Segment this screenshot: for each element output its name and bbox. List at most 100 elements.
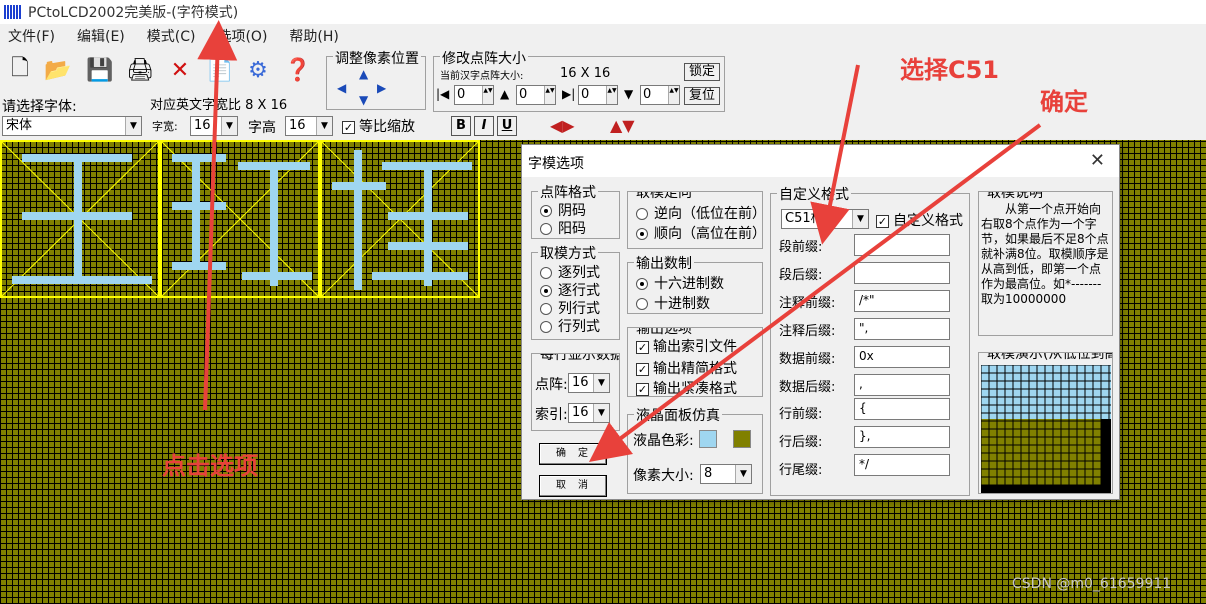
generate-icon[interactable]: 🖨	[122, 50, 158, 90]
radio-mode-column-row[interactable]: 列行式	[540, 298, 600, 318]
checkbox[interactable]: ✓	[636, 382, 649, 396]
open-file-icon[interactable]: 📂	[40, 50, 76, 90]
bottom-margin-spinner[interactable]: 0 ▲▼	[640, 85, 680, 105]
menu-help[interactable]: 帮助(H)	[289, 26, 338, 46]
seg-suffix-input[interactable]	[854, 262, 950, 284]
explain-text: 从第一个点开始向右取8个点作为一个字节，如果最后不足8个点就补满8位。取模顺序是…	[981, 202, 1109, 306]
field-label: 数据前缀:	[779, 352, 836, 367]
menu-options[interactable]: 选项(O)	[217, 26, 267, 46]
menu-file[interactable]: 文件(F)	[8, 26, 55, 46]
radio-hex[interactable]: 十六进制数	[636, 273, 724, 293]
document-icon[interactable]: 📄	[202, 50, 238, 90]
line-end-input[interactable]: */	[854, 454, 950, 476]
radio-forward[interactable]: 顺向（高位在前）	[636, 223, 762, 243]
glyph-3	[321, 141, 479, 297]
line-prefix-input[interactable]: {	[854, 398, 950, 420]
reset-button[interactable]: 复位	[684, 87, 720, 105]
proportional-checkbox[interactable]: ✓ 等比缩放	[342, 116, 415, 136]
data-suffix-input[interactable]: ,	[854, 374, 950, 396]
radix-title: 输出数制	[634, 253, 694, 273]
line-suffix-input[interactable]: },	[854, 426, 950, 448]
font-height-select[interactable]: 16 ▼	[285, 116, 333, 136]
check-index-file[interactable]: ✓ 输出索引文件	[636, 336, 760, 356]
font-prompt: 请选择字体:	[2, 99, 77, 115]
watermark: CSDN @m0_61659911	[1012, 576, 1172, 592]
char-cell	[160, 140, 320, 298]
font-width-select[interactable]: 16 ▼	[190, 116, 238, 136]
field-label: 段后缀:	[779, 268, 823, 283]
ok-button[interactable]: 确定	[539, 443, 607, 465]
lcd-color-bg[interactable]	[733, 430, 751, 448]
char-cell	[0, 140, 160, 298]
field-label: 行前缀:	[779, 407, 823, 422]
demo-grid	[981, 365, 1111, 493]
mode-title: 取模方式	[538, 243, 598, 263]
explain-title: 取模说明	[985, 192, 1045, 202]
left-margin-spinner[interactable]: 0 ▲▼	[454, 85, 494, 105]
flip-vertical-icon[interactable]: ▲▼	[610, 116, 635, 135]
chevron-down-icon: ▼	[221, 117, 237, 135]
move-right-icon[interactable]: ▶	[377, 81, 386, 95]
menu-mode[interactable]: 模式(C)	[147, 26, 196, 46]
dialog-title: 字模选项	[528, 156, 584, 172]
radio-reverse[interactable]: 逆向（低位在前）	[636, 203, 762, 223]
right-margin-spinner[interactable]: 0 ▲▼	[578, 85, 618, 105]
font-select[interactable]: 宋体 ▼	[2, 116, 142, 136]
field-label: 段前缀:	[779, 240, 823, 255]
radio-negative[interactable]: 阴码	[540, 200, 586, 220]
checkbox[interactable]: ✓	[342, 120, 355, 134]
lcd-color-label: 液晶色彩:	[633, 433, 694, 449]
radio-positive[interactable]: 阳码	[540, 218, 586, 238]
chevron-down-icon: ▼	[593, 404, 609, 422]
data-prefix-input[interactable]: 0x	[854, 346, 950, 368]
underline-button[interactable]: U	[497, 116, 517, 136]
top-margin-spinner[interactable]: 0 ▲▼	[516, 85, 556, 105]
field-label: 注释前缀:	[779, 296, 836, 311]
comment-suffix-input[interactable]: ",	[854, 318, 950, 340]
help-icon[interactable]: ❓	[280, 50, 316, 90]
gear-icon[interactable]: ⚙	[240, 50, 276, 90]
move-left-icon[interactable]: ◀	[337, 81, 346, 95]
checkbox[interactable]: ✓	[636, 340, 649, 354]
comment-prefix-input[interactable]: /*"	[854, 290, 950, 312]
annotation-click-option: 点击选项	[162, 452, 258, 480]
lcd-color-on[interactable]	[699, 430, 717, 448]
move-down-icon[interactable]: ▼	[359, 93, 368, 107]
chevron-down-icon: ▼	[735, 465, 751, 483]
direction-title: 取模走向	[634, 192, 694, 202]
italic-button[interactable]: I	[474, 116, 494, 136]
current-size-label: 当前汉字点阵大小:	[440, 71, 524, 82]
check-compact[interactable]: ✓ 输出精简格式	[636, 358, 760, 378]
field-label: 注释后缀:	[779, 324, 836, 339]
radio-decimal[interactable]: 十进制数	[636, 293, 710, 313]
format-select[interactable]: C51格式 ▼	[781, 209, 869, 229]
app-icon	[4, 5, 22, 19]
new-file-icon[interactable]: 🗋	[2, 50, 38, 90]
glyph-1	[1, 141, 159, 297]
delete-icon[interactable]: ✕	[162, 50, 198, 90]
radio-mode-row-column[interactable]: 行列式	[540, 316, 600, 336]
close-icon[interactable]: ✕	[1090, 150, 1105, 171]
save-icon[interactable]: 💾	[82, 50, 118, 90]
checkbox[interactable]: ✓	[636, 362, 649, 376]
check-custom-format[interactable]: ✓ 自定义格式	[876, 210, 966, 230]
index-per-line-label: 索引:	[535, 407, 568, 423]
radio-mode-row[interactable]: 逐行式	[540, 280, 600, 300]
pixel-size-label: 像素大小:	[633, 468, 694, 484]
seg-prefix-input[interactable]	[854, 234, 950, 256]
check-tight[interactable]: ✓ 输出紧凑格式	[636, 378, 760, 398]
index-per-line-select[interactable]: 16 ▼	[568, 403, 610, 423]
checkbox[interactable]: ✓	[876, 214, 889, 228]
bold-button[interactable]: B	[451, 116, 471, 136]
flip-horizontal-icon[interactable]: ◀▶	[550, 116, 575, 135]
move-up-icon[interactable]: ▲	[359, 67, 368, 81]
top-margin-icon: ▲	[500, 87, 510, 101]
cancel-button[interactable]: 取消	[539, 475, 607, 497]
lock-button[interactable]: 锁定	[684, 63, 720, 81]
annotation-select-c51: 选择C51	[900, 56, 1000, 84]
radio-mode-column[interactable]: 逐列式	[540, 262, 600, 282]
pixel-size-select[interactable]: 8 ▼	[700, 464, 752, 484]
menu-edit[interactable]: 编辑(E)	[77, 26, 125, 46]
window-title: PCtoLCD2002完美版-(字符模式)	[28, 5, 239, 21]
dot-per-line-select[interactable]: 16 ▼	[568, 373, 610, 393]
